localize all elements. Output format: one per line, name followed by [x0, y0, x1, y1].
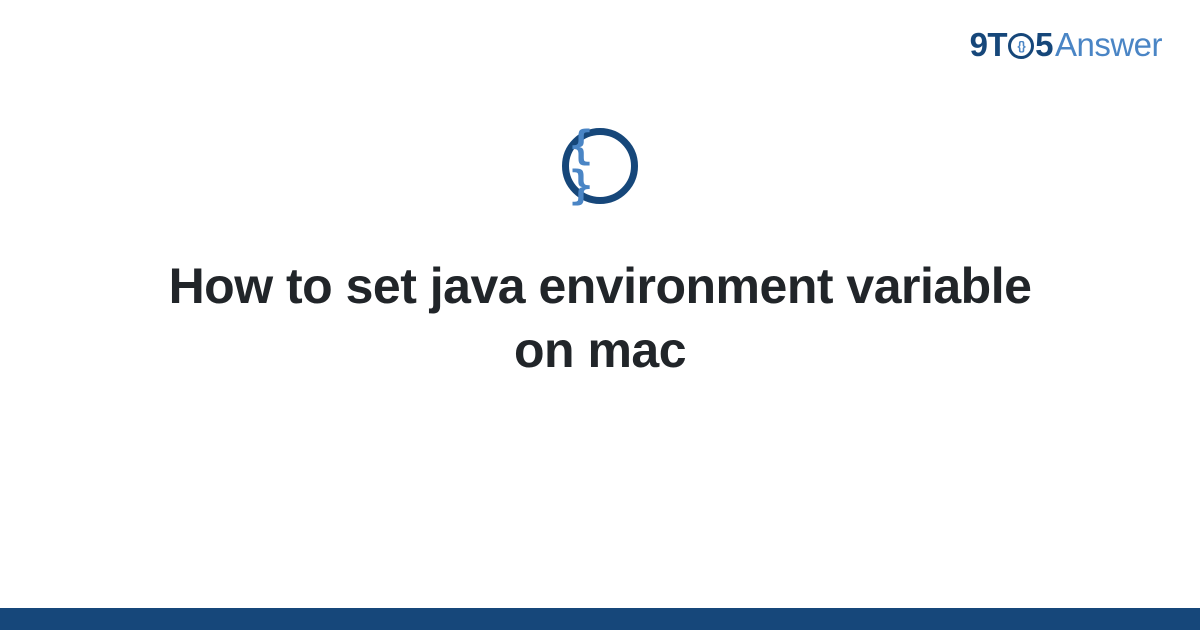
- main-content: { } How to set java environment variable…: [0, 128, 1200, 382]
- footer-bar: [0, 608, 1200, 630]
- page-title: How to set java environment variable on …: [150, 254, 1050, 382]
- braces-icon: { }: [569, 126, 631, 206]
- logo-text-answer: Answer: [1055, 26, 1162, 64]
- logo-braces-inner: {}: [1017, 39, 1024, 53]
- category-badge-icon: { }: [562, 128, 638, 204]
- site-logo[interactable]: 9T {} 5 Answer: [970, 26, 1162, 64]
- logo-circle-icon: {}: [1008, 33, 1034, 59]
- logo-text-9t: 9T: [970, 26, 1008, 64]
- logo-text-5: 5: [1035, 26, 1053, 64]
